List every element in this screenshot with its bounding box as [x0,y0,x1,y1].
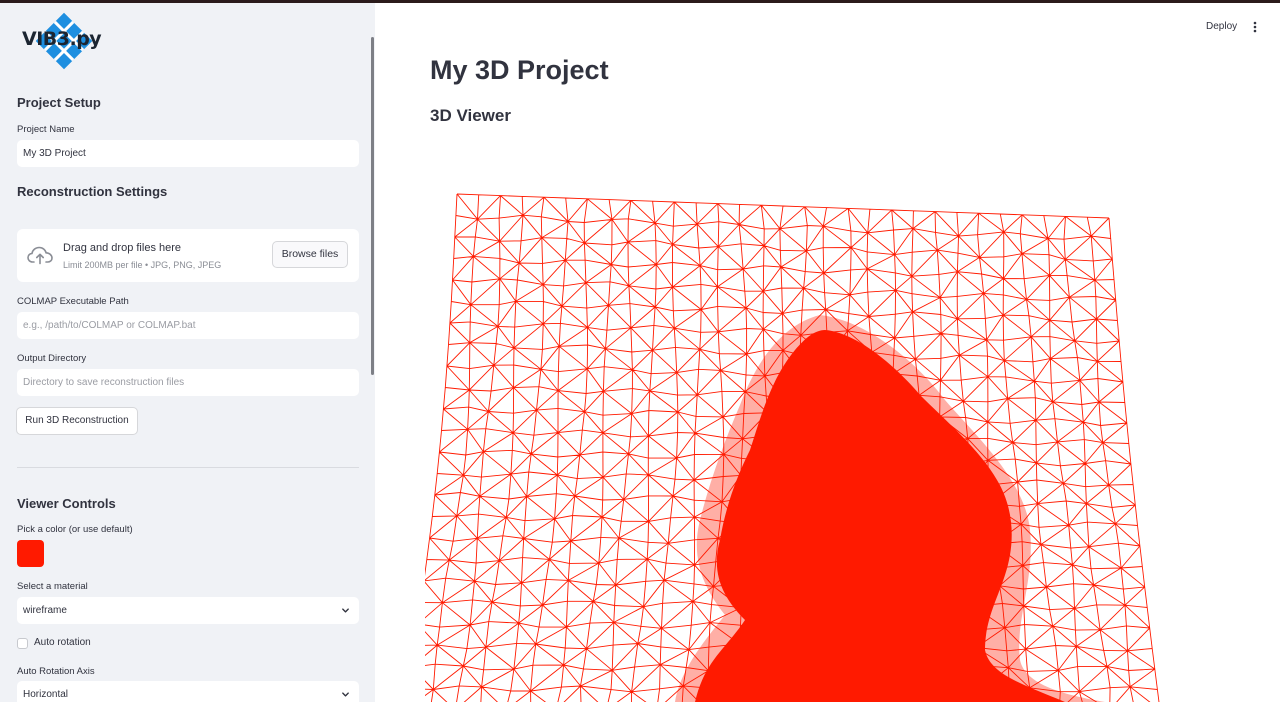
auto-rotation-label: Auto rotation [34,637,91,648]
app-logo: VIB3.py [22,12,102,70]
project-name-input[interactable]: My 3D Project [17,140,359,167]
sidebar-scrollbar[interactable] [371,37,374,375]
browse-files-button[interactable]: Browse files [272,241,348,268]
page-title: My 3D Project [430,55,609,85]
project-name-label: Project Name [17,124,75,135]
main-content: Deploy My 3D Project 3D Viewer [375,0,1280,702]
uploader-limit-text: Limit 200MB per file • JPG, PNG, JPEG [63,260,222,270]
output-directory-input[interactable]: Directory to save reconstruction files [17,369,359,396]
sidebar-divider [17,467,359,468]
file-uploader-dropzone[interactable]: Drag and drop files here Limit 200MB per… [17,229,359,282]
cloud-upload-icon [27,246,53,265]
top-accent-bar [0,0,1280,3]
viewer-controls-heading: Viewer Controls [17,496,116,511]
run-reconstruction-button[interactable]: Run 3D Reconstruction [16,407,138,435]
colmap-path-label: COLMAP Executable Path [17,296,129,307]
material-select[interactable]: wireframe [17,597,359,624]
chevron-down-icon [342,608,349,613]
3d-viewer-canvas[interactable] [425,180,1165,702]
chevron-down-icon [342,692,349,697]
reconstruction-settings-heading: Reconstruction Settings [17,184,168,199]
color-picker-label: Pick a color (or use default) [17,524,133,535]
kebab-menu-icon[interactable] [1249,20,1261,34]
sidebar: VIB3.py Project Setup Project Name My 3D… [0,0,375,702]
auto-rotation-checkbox[interactable] [17,638,28,649]
color-picker-swatch[interactable] [17,540,44,567]
material-select-value: wireframe [23,605,67,616]
deploy-button[interactable]: Deploy [1206,21,1237,32]
rotation-axis-label: Auto Rotation Axis [17,666,95,677]
uploader-title: Drag and drop files here [63,242,182,254]
logo-text: VIB3.py [22,28,102,50]
viewer-heading: 3D Viewer [430,106,511,125]
project-setup-heading: Project Setup [17,95,101,110]
material-select-label: Select a material [17,581,88,592]
output-directory-label: Output Directory [17,353,87,364]
rotation-axis-value: Horizontal [23,689,69,700]
rotation-axis-select[interactable]: Horizontal [17,681,359,702]
colmap-path-input[interactable]: e.g., /path/to/COLMAP or COLMAP.bat [17,312,359,339]
